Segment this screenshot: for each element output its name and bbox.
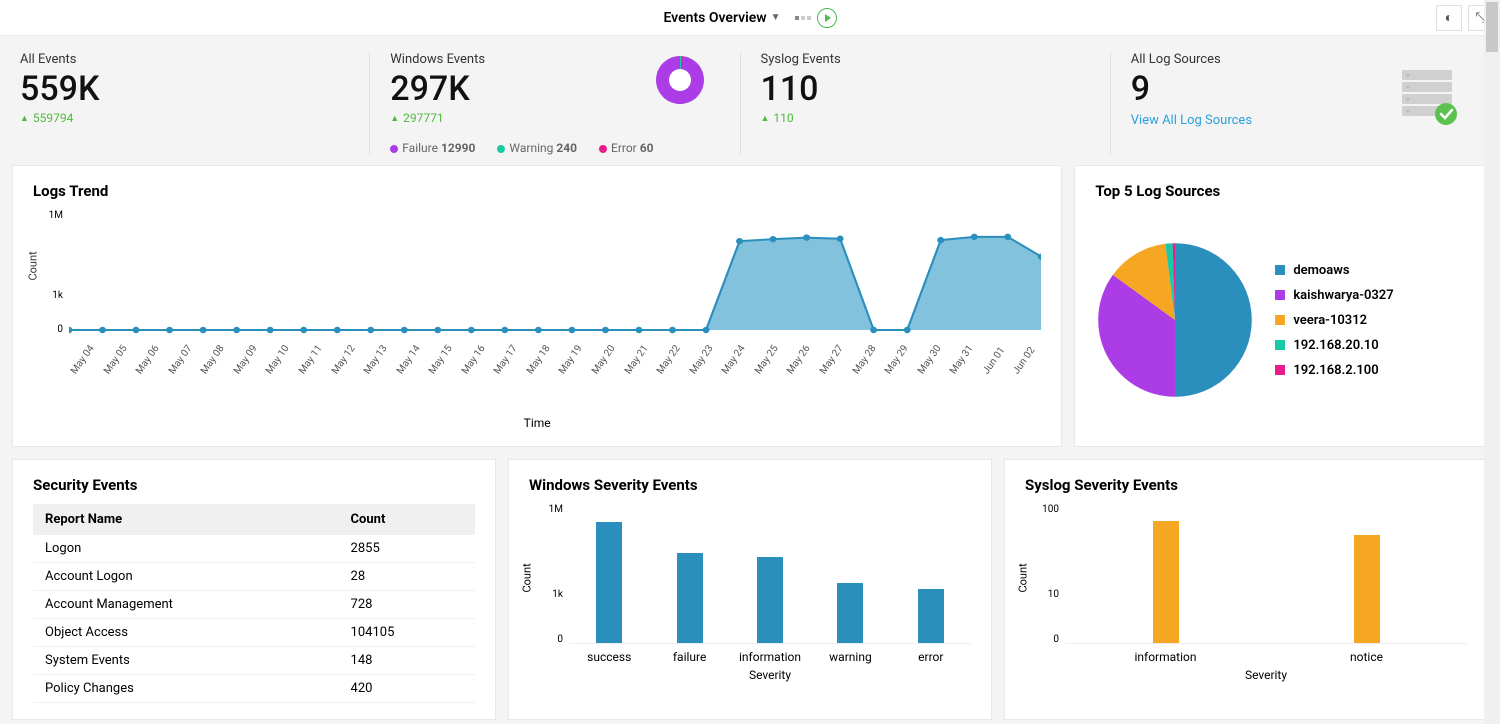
security-events-card: Security Events Report Name Count Logon2… bbox=[12, 459, 496, 720]
x-axis-label: Time bbox=[33, 416, 1041, 430]
legend-item: Error 60 bbox=[599, 141, 654, 155]
kpi-all-events: All Events 559K 559794 bbox=[20, 52, 370, 155]
top5-legend: demoaws kaishwarya-0327 veera-10312 192.168… bbox=[1275, 263, 1393, 378]
bar[interactable] bbox=[757, 557, 783, 643]
progress-dots-icon bbox=[795, 16, 811, 20]
y-axis-label: Count bbox=[1017, 563, 1030, 592]
scrollbar-thumb[interactable] bbox=[1486, 2, 1498, 52]
legend-item[interactable]: veera-10312 bbox=[1275, 313, 1393, 328]
kpi-label: All Log Sources bbox=[1131, 52, 1460, 67]
bar[interactable] bbox=[596, 522, 622, 643]
table-row[interactable]: Logon2855 bbox=[33, 535, 475, 563]
syslog-severity-chart[interactable]: 100 10 0 Count informationnotice Severit… bbox=[1025, 504, 1467, 674]
chevron-down-icon: ▼ bbox=[771, 12, 781, 23]
logs-trend-card: Logs Trend 1M 1k 0 Count May 04May 05May… bbox=[12, 165, 1062, 447]
server-rack-icon bbox=[1398, 66, 1460, 128]
view-log-sources-link[interactable]: View All Log Sources bbox=[1131, 113, 1252, 128]
card-title: Syslog Severity Events bbox=[1025, 476, 1467, 494]
windows-severity-chart[interactable]: 1M 1k 0 Count successfailureinformationw… bbox=[529, 504, 971, 674]
play-refresh-button[interactable] bbox=[817, 8, 837, 28]
topbar: Events Overview ▼ ◐ ⤡ bbox=[0, 0, 1500, 36]
bar[interactable] bbox=[837, 583, 863, 643]
table-row[interactable]: System Events148 bbox=[33, 647, 475, 675]
top5-pie-chart[interactable] bbox=[1095, 240, 1255, 400]
windows-legend: Failure 12990 Warning 240 Error 60 bbox=[390, 141, 719, 155]
kpi-label: All Events bbox=[20, 52, 349, 67]
x-axis-label: Severity bbox=[1065, 668, 1467, 682]
card-title: Windows Severity Events bbox=[529, 476, 971, 494]
y-axis-label: Count bbox=[521, 563, 534, 592]
table-row[interactable]: Policy Changes420 bbox=[33, 675, 475, 703]
kpi-delta: 559794 bbox=[20, 111, 349, 125]
column-header[interactable]: Count bbox=[339, 504, 475, 535]
kpi-syslog-events: Syslog Events 110 110 bbox=[741, 52, 1111, 155]
windows-donut-chart bbox=[656, 56, 704, 104]
kpi-log-sources: All Log Sources 9 View All Log Sources bbox=[1111, 52, 1480, 155]
card-title: Security Events bbox=[33, 476, 475, 494]
legend-item[interactable]: 192.168.2.100 bbox=[1275, 363, 1393, 378]
theme-toggle-icon[interactable]: ◐ bbox=[1436, 5, 1462, 31]
bar[interactable] bbox=[1354, 535, 1380, 643]
logs-trend-xaxis: May 04May 05May 06May 07May 08May 09May … bbox=[33, 370, 1041, 396]
kpi-value: 559K bbox=[20, 69, 349, 109]
kpi-value: 110 bbox=[761, 69, 1090, 109]
card-title: Top 5 Log Sources bbox=[1095, 182, 1467, 200]
legend-item: Failure 12990 bbox=[390, 141, 475, 155]
column-header[interactable]: Report Name bbox=[33, 504, 339, 535]
x-axis-label: Severity bbox=[569, 668, 971, 682]
kpi-label: Syslog Events bbox=[761, 52, 1090, 67]
y-axis-label: Count bbox=[27, 251, 40, 280]
legend-item[interactable]: 192.168.20.10 bbox=[1275, 338, 1393, 353]
legend-item: Warning 240 bbox=[497, 141, 577, 155]
card-title: Logs Trend bbox=[33, 182, 1041, 200]
top5-sources-card: Top 5 Log Sources demoaws kaishwarya-0327… bbox=[1074, 165, 1488, 447]
bar[interactable] bbox=[918, 589, 944, 643]
security-events-table: Report Name Count Logon2855Account Logon… bbox=[33, 504, 475, 703]
kpi-windows-events: Windows Events 297K 297771 Failure 12990… bbox=[370, 52, 740, 155]
table-row[interactable]: Object Access104105 bbox=[33, 619, 475, 647]
legend-item[interactable]: demoaws bbox=[1275, 263, 1393, 278]
bar[interactable] bbox=[1153, 521, 1179, 643]
legend-item[interactable]: kaishwarya-0327 bbox=[1275, 288, 1393, 303]
page-title-dropdown[interactable]: Events Overview ▼ bbox=[663, 10, 780, 26]
bar[interactable] bbox=[677, 553, 703, 643]
kpi-delta: 110 bbox=[761, 111, 1090, 125]
table-row[interactable]: Account Management728 bbox=[33, 591, 475, 619]
kpi-delta: 297771 bbox=[390, 111, 719, 125]
refresh-controls bbox=[795, 8, 837, 28]
page-title: Events Overview bbox=[663, 10, 766, 26]
kpi-row: All Events 559K 559794 Windows Events 29… bbox=[0, 36, 1500, 165]
table-row[interactable]: Account Logon28 bbox=[33, 563, 475, 591]
windows-severity-card: Windows Severity Events 1M 1k 0 Count su… bbox=[508, 459, 992, 720]
vertical-scrollbar[interactable] bbox=[1484, 0, 1500, 724]
syslog-severity-card: Syslog Severity Events 100 10 0 Count in… bbox=[1004, 459, 1488, 720]
